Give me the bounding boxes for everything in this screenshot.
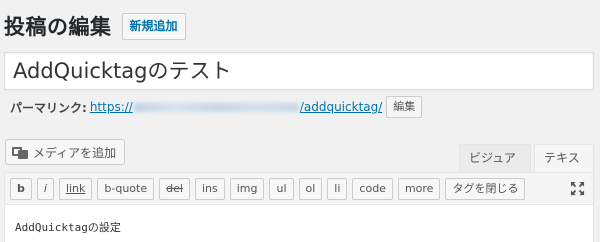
fullscreen-icon[interactable]: [570, 181, 585, 196]
quicktag-close-tags-button[interactable]: タグを閉じる: [445, 177, 526, 200]
media-icon: [12, 145, 28, 159]
permalink-blurred-domain: [133, 103, 299, 112]
edit-permalink-button[interactable]: 編集: [386, 96, 423, 118]
quicktag-del-button[interactable]: del: [159, 177, 190, 200]
text-editor: b i link b-quote del ins img ul ol li co…: [4, 172, 594, 242]
add-media-button[interactable]: メディアを追加: [5, 139, 126, 165]
permalink-row: パーマリンク: https:// /addquicktag/ 編集: [10, 96, 423, 118]
quicktag-bold-button[interactable]: b: [10, 177, 32, 200]
quicktag-italic-button[interactable]: i: [36, 177, 54, 200]
content-textarea[interactable]: AddQuicktagの設定: [5, 205, 593, 242]
post-title-input[interactable]: AddQuicktagのテスト: [4, 52, 594, 90]
tab-visual[interactable]: ビジュアル: [459, 144, 531, 192]
permalink-url-suffix: /addquicktag/: [299, 100, 383, 114]
add-media-label: メディアを追加: [33, 145, 117, 160]
quicktag-ul-button[interactable]: ul: [269, 177, 294, 200]
page-title: 投稿の編集: [4, 15, 112, 39]
quicktag-ol-button[interactable]: ol: [298, 177, 323, 200]
quicktag-code-button[interactable]: code: [352, 177, 393, 200]
quicktags-toolbar: b i link b-quote del ins img ul ol li co…: [5, 173, 593, 205]
quicktag-blockquote-button[interactable]: b-quote: [97, 177, 155, 200]
quicktag-more-button[interactable]: more: [397, 177, 441, 200]
quicktag-img-button[interactable]: img: [229, 177, 265, 200]
tab-text[interactable]: テキスト: [534, 144, 594, 192]
add-new-button[interactable]: 新規追加: [121, 12, 186, 40]
page-header: 投稿の編集 新規追加: [4, 10, 186, 42]
permalink-url-prefix: https://: [89, 100, 133, 114]
permalink-link[interactable]: https:// /addquicktag/: [90, 100, 382, 114]
permalink-label: パーマリンク:: [10, 100, 87, 115]
quicktag-link-button[interactable]: link: [58, 177, 93, 200]
quicktag-ins-button[interactable]: ins: [194, 177, 225, 200]
quicktag-li-button[interactable]: li: [327, 177, 348, 200]
